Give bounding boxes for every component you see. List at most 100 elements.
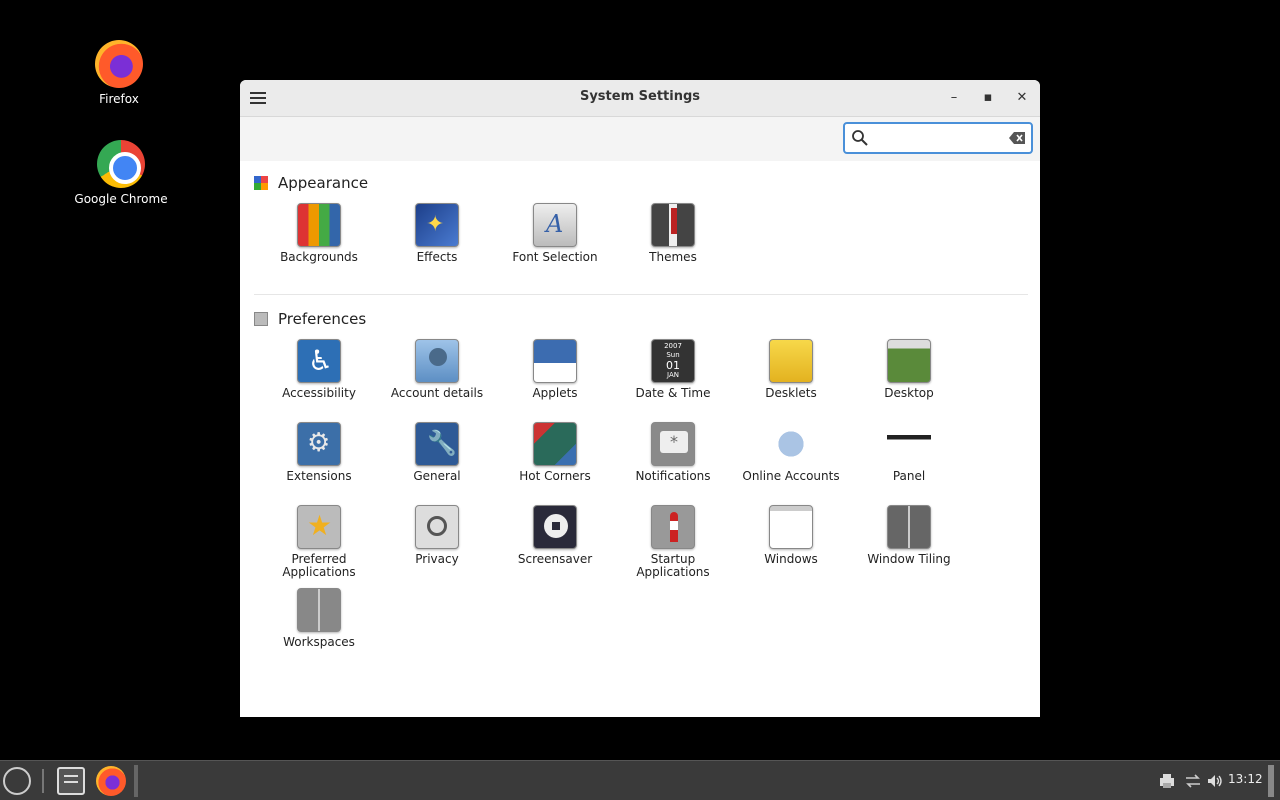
start-menu-icon[interactable] xyxy=(3,767,31,795)
item-label: Font Selection xyxy=(512,250,598,264)
settings-content: Appearance Backgrounds ✦ Effects A Font … xyxy=(240,161,1040,665)
privacy-icon xyxy=(415,505,459,549)
item-label: Workspaces xyxy=(283,635,355,649)
settings-item-general[interactable]: 🔧 General xyxy=(378,416,496,499)
window-tiling-icon xyxy=(887,505,931,549)
item-label: Effects xyxy=(416,250,458,264)
windows-icon xyxy=(769,505,813,549)
taskbar-handle[interactable] xyxy=(134,765,138,797)
online-accounts-icon xyxy=(769,422,813,466)
font-selection-icon: A xyxy=(533,203,577,247)
item-label: Privacy xyxy=(415,552,459,566)
item-label: Startup Applications xyxy=(636,552,710,579)
item-label: Screensaver xyxy=(517,552,593,566)
item-label: Account details xyxy=(390,386,484,400)
search-field[interactable] xyxy=(843,122,1033,154)
settings-item-accessibility[interactable]: ♿ Accessibility xyxy=(260,333,378,416)
search-input[interactable] xyxy=(873,128,1003,148)
settings-item-desklets[interactable]: Desklets xyxy=(732,333,850,416)
desktop-icon xyxy=(887,339,931,383)
firefox-icon xyxy=(95,40,143,88)
show-desktop-button[interactable] xyxy=(1268,765,1274,797)
settings-item-notifications[interactable]: * Notifications xyxy=(614,416,732,499)
item-label: Themes xyxy=(649,250,697,264)
item-label: General xyxy=(413,469,461,483)
clear-search-icon[interactable] xyxy=(1009,131,1027,145)
notifications-icon: * xyxy=(651,422,695,466)
preferences-grid: ♿ Accessibility Account details Applets … xyxy=(254,333,1028,665)
settings-item-backgrounds[interactable]: Backgrounds xyxy=(260,197,378,280)
desktop-icon-label: Firefox xyxy=(99,92,139,106)
item-label: Extensions xyxy=(286,469,352,483)
network-icon[interactable] xyxy=(1184,772,1202,790)
lock-icon xyxy=(533,505,577,549)
section-title: Preferences xyxy=(278,310,367,328)
volume-icon[interactable] xyxy=(1206,772,1224,790)
item-label: Desklets xyxy=(765,386,817,400)
clock[interactable]: 13:12 xyxy=(1228,772,1263,786)
search-bar xyxy=(240,117,1040,161)
item-label: Applets xyxy=(532,386,578,400)
settings-item-extensions[interactable]: ⚙ Extensions xyxy=(260,416,378,499)
file-manager-icon[interactable] xyxy=(57,767,85,795)
item-label: Desktop xyxy=(884,386,934,400)
item-label: Panel xyxy=(892,469,926,483)
themes-icon xyxy=(651,203,695,247)
item-label: Online Accounts xyxy=(742,469,840,483)
settings-item-themes[interactable]: Themes xyxy=(614,197,732,280)
settings-item-effects[interactable]: ✦ Effects xyxy=(378,197,496,280)
settings-item-applets[interactable]: Applets xyxy=(496,333,614,416)
settings-item-screensaver[interactable]: Screensaver xyxy=(496,499,614,582)
effects-icon: ✦ xyxy=(415,203,459,247)
settings-item-preferred-applications[interactable]: ★ Preferred Applications xyxy=(260,499,378,582)
desktop-icon-chrome[interactable]: Google Chrome xyxy=(66,140,176,206)
settings-item-window-tiling[interactable]: Window Tiling xyxy=(850,499,968,582)
hot-corners-icon xyxy=(533,422,577,466)
item-label: Hot Corners xyxy=(519,469,591,483)
workspaces-icon xyxy=(297,588,341,632)
item-label: Accessibility xyxy=(282,386,356,400)
firefox-icon[interactable] xyxy=(96,766,126,796)
preferences-icon xyxy=(254,312,268,326)
settings-item-font-selection[interactable]: A Font Selection xyxy=(496,197,614,280)
minimize-button[interactable]: – xyxy=(944,88,964,108)
settings-item-startup-applications[interactable]: Startup Applications xyxy=(614,499,732,582)
item-label: Backgrounds xyxy=(280,250,358,264)
close-button[interactable]: ✕ xyxy=(1012,88,1032,108)
calendar-month: JAN xyxy=(667,371,679,379)
search-icon xyxy=(852,130,868,146)
settings-item-account-details[interactable]: Account details xyxy=(378,333,496,416)
titlebar[interactable]: System Settings – ▪ ✕ xyxy=(240,80,1040,117)
desktop-icon-label: Google Chrome xyxy=(74,192,168,206)
settings-item-desktop[interactable]: Desktop xyxy=(850,333,968,416)
calendar-date: 01 xyxy=(666,359,680,372)
item-label: Notifications xyxy=(635,469,711,483)
chrome-icon xyxy=(97,140,145,188)
settings-item-online-accounts[interactable]: Online Accounts xyxy=(732,416,850,499)
section-preferences: Preferences xyxy=(254,305,1028,333)
desklets-icon xyxy=(769,339,813,383)
applets-icon xyxy=(533,339,577,383)
settings-item-hot-corners[interactable]: Hot Corners xyxy=(496,416,614,499)
section-divider xyxy=(254,294,1028,295)
gear-icon: ⚙ xyxy=(297,422,341,466)
desktop-icon-firefox[interactable]: Firefox xyxy=(64,40,174,106)
printer-icon[interactable] xyxy=(1158,772,1176,790)
window-title: System Settings xyxy=(579,89,701,104)
section-appearance: Appearance xyxy=(254,169,1028,197)
settings-item-date-time[interactable]: 2007 Sun 01 JAN Date & Time xyxy=(614,333,732,416)
settings-item-panel[interactable]: Panel xyxy=(850,416,968,499)
panel-icon xyxy=(887,422,931,466)
settings-item-workspaces[interactable]: Workspaces xyxy=(260,582,378,665)
wrench-icon: 🔧 xyxy=(415,422,459,466)
accessibility-icon: ♿ xyxy=(297,339,341,383)
settings-item-privacy[interactable]: Privacy xyxy=(378,499,496,582)
item-label: Windows xyxy=(764,552,818,566)
item-label: Preferred Applications xyxy=(282,552,356,579)
appearance-icon xyxy=(254,176,268,190)
item-label: Date & Time xyxy=(635,386,711,400)
backgrounds-icon xyxy=(297,203,341,247)
settings-item-windows[interactable]: Windows xyxy=(732,499,850,582)
maximize-button[interactable]: ▪ xyxy=(978,88,998,108)
system-settings-window: System Settings – ▪ ✕ Appearance Backgro… xyxy=(240,80,1040,717)
